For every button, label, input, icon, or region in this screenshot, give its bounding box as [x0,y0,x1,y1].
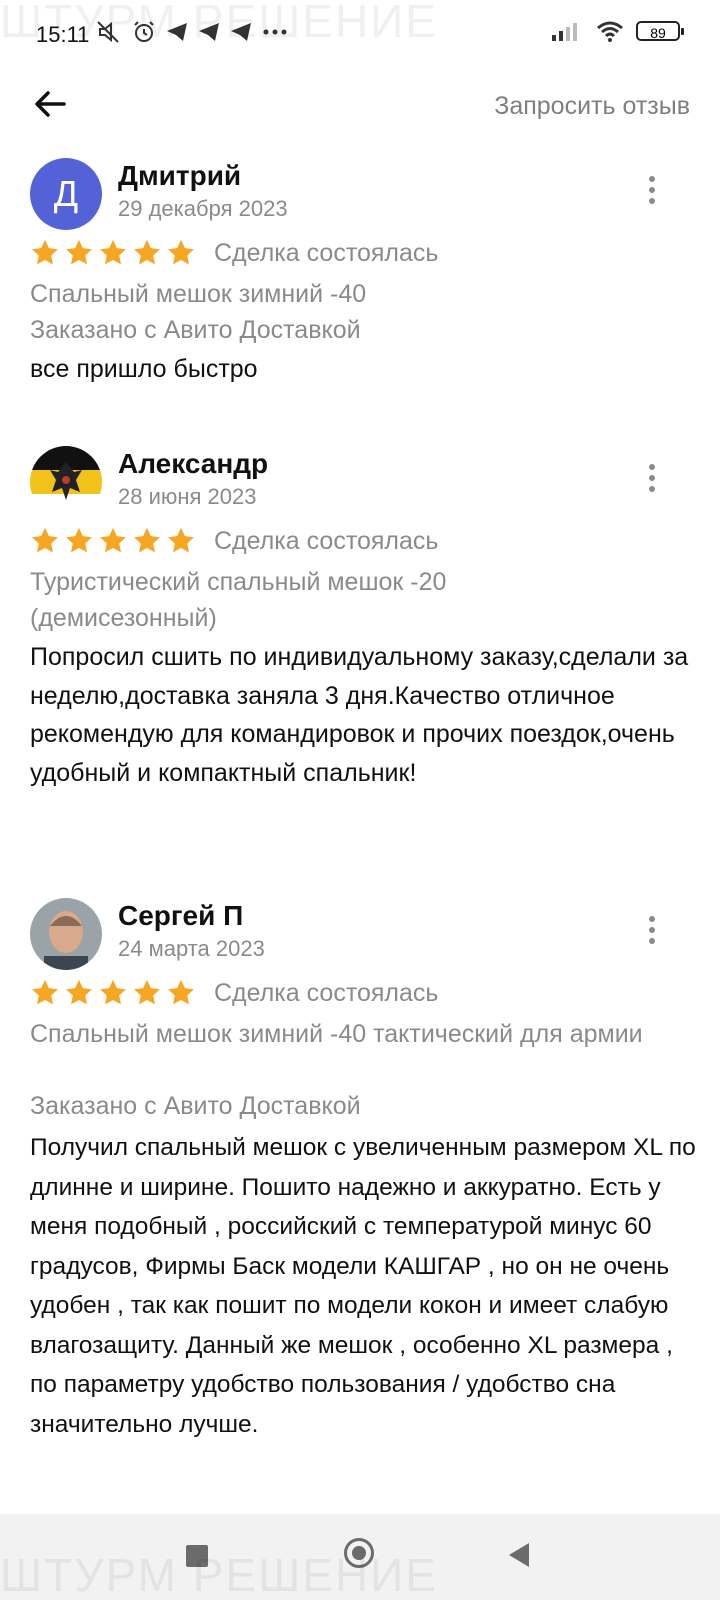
rating-stars: Сделка состоялась [30,238,438,268]
deal-status: Сделка состоялась [214,526,439,555]
star-icon [134,239,160,265]
star-icon [134,979,160,1005]
star-icon [100,239,126,265]
reviewer-name[interactable]: Сергей П [118,900,243,932]
kebab-menu-icon[interactable] [646,464,658,500]
arrow-left-icon[interactable] [30,84,70,124]
star-icon [168,527,194,553]
avatar[interactable] [30,446,102,518]
reviewer-name[interactable]: Дмитрий [118,160,241,192]
rating-stars: Сделка состоялась [30,526,438,556]
star-icon [66,527,92,553]
rating-stars: Сделка состоялась [30,978,438,1008]
delivery-note: Заказано с Авито Доставкой [30,316,361,344]
star-icon [32,239,58,265]
reviewer-name[interactable]: Александр [118,448,268,480]
watermark-top: ШТУРМ РЕШЕНИЕ [0,0,438,47]
watermark-bottom: ШТУРМ РЕШЕНИЕ [0,1549,438,1601]
product-name[interactable]: Туристический спальный мешок -20 (демисе… [30,564,550,636]
delivery-note: Заказано с Авито Доставкой [30,1092,361,1120]
request-review-button[interactable]: Запросить отзыв [494,92,690,121]
star-icon [168,979,194,1005]
review-date: 29 декабря 2023 [118,196,288,221]
deal-status: Сделка состоялась [214,978,439,1007]
status-system-icons: 89 [552,20,684,42]
review-text: Попросил сшить по индивидуальному заказу… [30,643,689,787]
star-icon [100,979,126,1005]
imperial-flag-avatar-image [30,446,102,518]
review-text: Получил спальный мешок с увеличенным раз… [30,1134,696,1438]
star-icon [168,239,194,265]
user-photo-avatar-image [30,898,102,970]
star-icon [32,527,58,553]
star-icon [66,979,92,1005]
review-date: 28 июня 2023 [118,484,257,509]
avatar[interactable] [30,898,102,970]
avatar[interactable]: Д [30,158,102,230]
deal-status: Сделка состоялась [214,238,439,267]
triangle-back-icon[interactable] [509,1543,529,1567]
star-icon [134,527,160,553]
battery-icon: 89 [636,21,684,41]
signal-icon [552,23,577,41]
product-name[interactable]: Спальный мешок зимний -40 [30,276,680,312]
star-icon [100,527,126,553]
star-icon [32,979,58,1005]
wifi-icon [597,21,623,42]
kebab-menu-icon[interactable] [646,916,658,952]
kebab-menu-icon[interactable] [646,176,658,212]
top-bar: Запросить отзыв [0,70,720,140]
review-text: все пришло быстро [30,355,258,383]
star-icon [66,239,92,265]
product-name[interactable]: Спальный мешок зимний -40 тактический дл… [30,1016,680,1052]
review-date: 24 марта 2023 [118,936,265,961]
